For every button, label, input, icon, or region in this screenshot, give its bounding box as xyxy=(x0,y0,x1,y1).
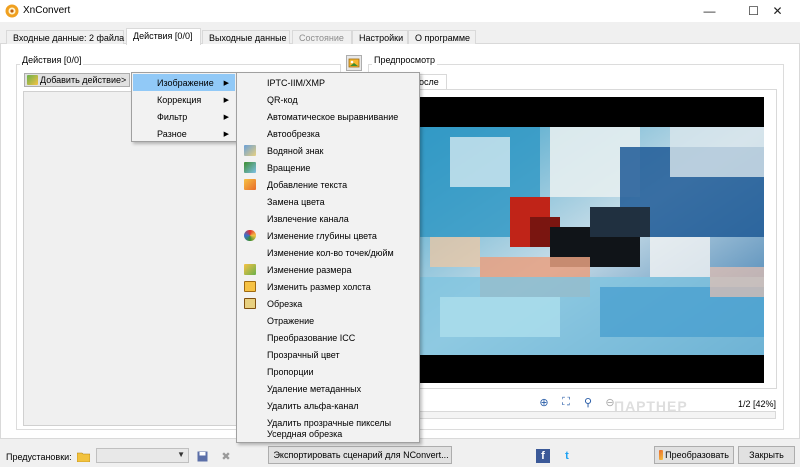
submenu-item-remove-alpha[interactable]: Удалить альфа-канал xyxy=(238,397,418,414)
export-button-label: Экспортировать сценарий для NConvert... xyxy=(273,450,449,460)
submenu-arrow-icon: ▶ xyxy=(223,130,229,138)
preview-page-info: 1/2 [42%] xyxy=(738,399,777,409)
canvas-icon xyxy=(244,281,256,292)
zoom-out-icon[interactable]: ⊖ xyxy=(602,394,618,410)
preview-group-label: Предпросмотр xyxy=(372,55,438,65)
action-settings-button[interactable] xyxy=(346,55,362,71)
save-preset-icon[interactable] xyxy=(195,449,209,463)
submenu-item-rotate[interactable]: Вращение xyxy=(238,159,418,176)
abstract-painting-image xyxy=(420,127,764,355)
submenu-item-resize[interactable]: Изменение размера xyxy=(238,261,418,278)
submenu-arrow-icon: ▶ xyxy=(223,96,229,104)
submenu-item-icc[interactable]: Преобразование ICC xyxy=(238,329,418,346)
submenu-item-proportions[interactable]: Пропорции xyxy=(238,363,418,380)
submenu-item-qr-code[interactable]: QR-код xyxy=(238,91,418,108)
submenu-item-canvas-size[interactable]: Изменить размер холста xyxy=(238,278,418,295)
fit-to-window-icon[interactable]: ⛶ xyxy=(558,394,574,410)
twitter-icon[interactable]: t xyxy=(560,449,574,463)
preview-scrollbar[interactable] xyxy=(416,411,776,419)
submenu-item-mirror[interactable]: Отражение xyxy=(238,312,418,329)
window-title: XnConvert xyxy=(23,5,71,16)
close-button[interactable]: Закрыть xyxy=(738,446,795,464)
zoom-in-icon[interactable]: ⊕ xyxy=(536,394,552,410)
submenu-item-watermark[interactable]: Водяной знак xyxy=(238,142,418,159)
tab-actions[interactable]: Действия [0/0] xyxy=(126,28,201,45)
submenu-item-auto-level[interactable]: Автоматическое выравнивание xyxy=(238,108,418,125)
image-settings-icon xyxy=(348,58,360,68)
delete-preset-icon[interactable]: ✖ xyxy=(219,449,233,463)
submenu-item-remove-metadata[interactable]: Удаление метаданных xyxy=(238,380,418,397)
main-tab-bar: Входные данные: 2 файла Действия [0/0] В… xyxy=(0,26,800,45)
presets-label: Предустановки: xyxy=(6,452,72,462)
image-submenu: IPTC-IIM/XMP QR-код Автоматическое вырав… xyxy=(236,72,420,443)
export-nconvert-button[interactable]: Экспортировать сценарий для NConvert... xyxy=(268,446,452,464)
add-action-label: Добавить действие> xyxy=(40,75,127,85)
submenu-item-auto-crop[interactable]: Автообрезка xyxy=(238,125,418,142)
tab-settings[interactable]: Настройки xyxy=(352,30,408,45)
text-icon xyxy=(244,179,256,190)
add-action-button[interactable]: Добавить действие> xyxy=(24,73,130,87)
title-bar: XnConvert — ☐ ✕ xyxy=(0,0,800,22)
tab-output[interactable]: Выходные данные xyxy=(202,30,290,45)
zoom-icon[interactable]: ⚲ xyxy=(580,394,596,410)
submenu-item-add-text[interactable]: Добавление текста xyxy=(238,176,418,193)
menu-item-filter[interactable]: Фильтр ▶ xyxy=(133,108,235,125)
tab-input[interactable]: Входные данные: 2 файла xyxy=(6,30,124,45)
add-action-menu: Изображение ▶ Коррекция ▶ Фильтр ▶ Разно… xyxy=(131,72,237,142)
actions-group-label: Действия [0/0] xyxy=(20,55,84,65)
tab-status: Состояние xyxy=(292,30,352,45)
submenu-item-dpi[interactable]: Изменение кол-во точек/дюйм xyxy=(238,244,418,261)
resize-icon xyxy=(244,264,256,275)
preview-image xyxy=(420,127,764,355)
submenu-item-color-depth[interactable]: Изменение глубины цвета xyxy=(238,227,418,244)
open-preset-folder-icon[interactable] xyxy=(76,449,90,463)
tab-about[interactable]: О программе xyxy=(408,30,476,45)
minimize-button[interactable]: — xyxy=(687,0,732,22)
menu-item-misc[interactable]: Разное ▶ xyxy=(133,125,235,142)
submenu-arrow-icon: ▶ xyxy=(223,113,229,121)
close-window-button[interactable]: ✕ xyxy=(755,0,800,22)
menu-item-image[interactable]: Изображение ▶ xyxy=(133,74,235,91)
convert-button[interactable]: Преобразовать xyxy=(654,446,734,464)
chevron-down-icon: ▼ xyxy=(177,450,185,459)
submenu-arrow-icon: ▶ xyxy=(223,79,229,87)
submenu-item-replace-color[interactable]: Замена цвета xyxy=(238,193,418,210)
submenu-item-crop[interactable]: Обрезка xyxy=(238,295,418,312)
convert-icon xyxy=(659,450,664,460)
watermark-icon xyxy=(244,145,256,156)
add-action-icon xyxy=(27,75,38,85)
menu-item-correction[interactable]: Коррекция ▶ xyxy=(133,91,235,108)
preset-select[interactable]: ▼ xyxy=(96,448,189,463)
crop-icon xyxy=(244,298,256,309)
submenu-item-iptc[interactable]: IPTC-IIM/XMP xyxy=(238,74,418,91)
submenu-item-smart-crop[interactable]: Усердная обрезка xyxy=(238,425,418,442)
submenu-item-transparent-color[interactable]: Прозрачный цвет xyxy=(238,346,418,363)
rotate-icon xyxy=(244,162,256,173)
palette-icon xyxy=(244,230,256,241)
submenu-item-extract-channel[interactable]: Извлечение канала xyxy=(238,210,418,227)
convert-button-label: Преобразовать xyxy=(665,450,729,460)
xnconvert-logo-icon xyxy=(5,4,19,18)
facebook-icon[interactable]: f xyxy=(536,449,550,463)
